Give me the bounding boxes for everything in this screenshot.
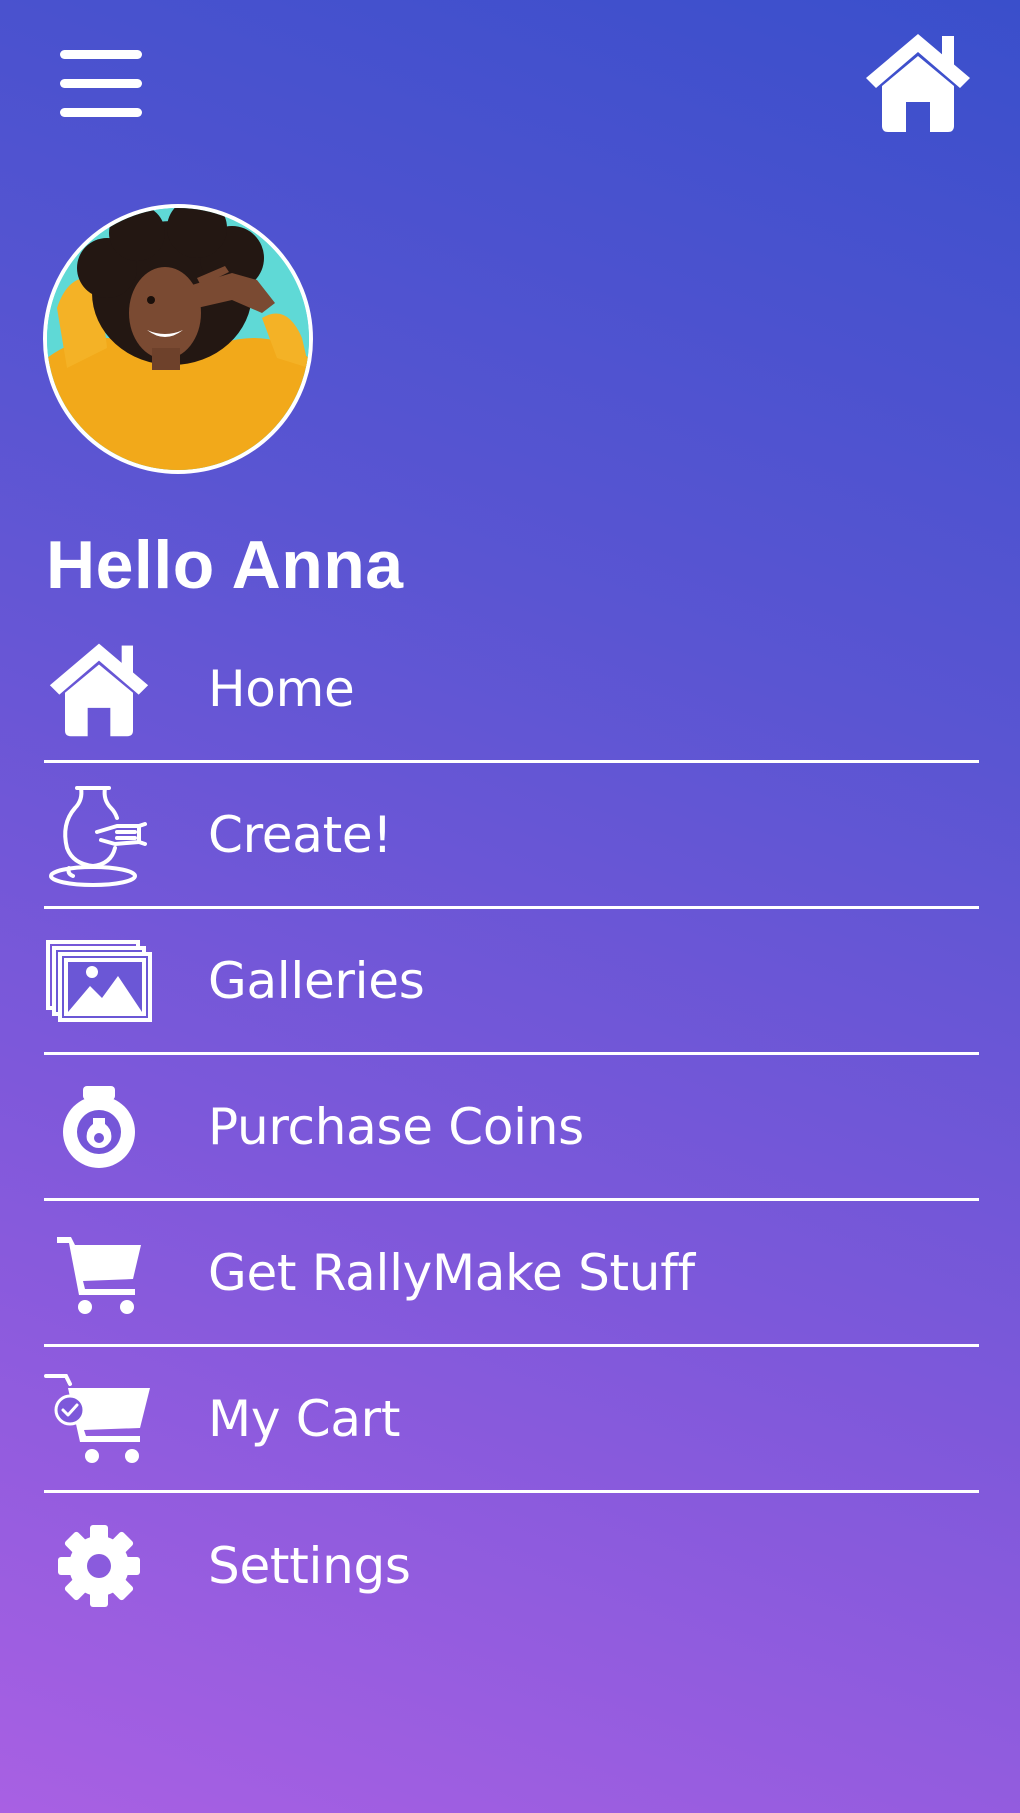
menu-item-settings[interactable]: Settings bbox=[44, 1493, 979, 1639]
coin-icon bbox=[44, 1055, 154, 1198]
home-icon bbox=[44, 618, 154, 760]
home-icon[interactable] bbox=[862, 28, 974, 136]
menu-label-purchase-coins: Purchase Coins bbox=[208, 1097, 584, 1156]
top-bar bbox=[0, 0, 1020, 170]
menu-label-get-rallymake-stuff: Get RallyMake Stuff bbox=[208, 1243, 695, 1302]
hamburger-menu-icon[interactable] bbox=[60, 50, 142, 117]
menu-label-my-cart: My Cart bbox=[208, 1389, 401, 1448]
menu-item-create[interactable]: Create! bbox=[44, 763, 979, 909]
menu-label-create: Create! bbox=[208, 805, 393, 864]
pottery-wheel-icon bbox=[44, 763, 154, 906]
menu-item-purchase-coins[interactable]: Purchase Coins bbox=[44, 1055, 979, 1201]
cart-check-icon bbox=[44, 1347, 154, 1490]
menu-label-settings: Settings bbox=[208, 1537, 411, 1595]
menu-item-home[interactable]: Home bbox=[44, 618, 979, 763]
side-menu: Home Create! Galleries Purchase Coins Ge… bbox=[44, 618, 979, 1639]
menu-label-galleries: Galleries bbox=[208, 951, 425, 1010]
gallery-images-icon bbox=[44, 909, 154, 1052]
avatar[interactable] bbox=[43, 204, 313, 474]
greeting-heading: Hello Anna bbox=[46, 527, 404, 603]
menu-item-my-cart[interactable]: My Cart bbox=[44, 1347, 979, 1493]
shopping-cart-icon bbox=[44, 1201, 154, 1344]
menu-label-home: Home bbox=[208, 660, 355, 718]
gear-icon bbox=[44, 1493, 154, 1639]
menu-item-galleries[interactable]: Galleries bbox=[44, 909, 979, 1055]
menu-item-get-rallymake-stuff[interactable]: Get RallyMake Stuff bbox=[44, 1201, 979, 1347]
